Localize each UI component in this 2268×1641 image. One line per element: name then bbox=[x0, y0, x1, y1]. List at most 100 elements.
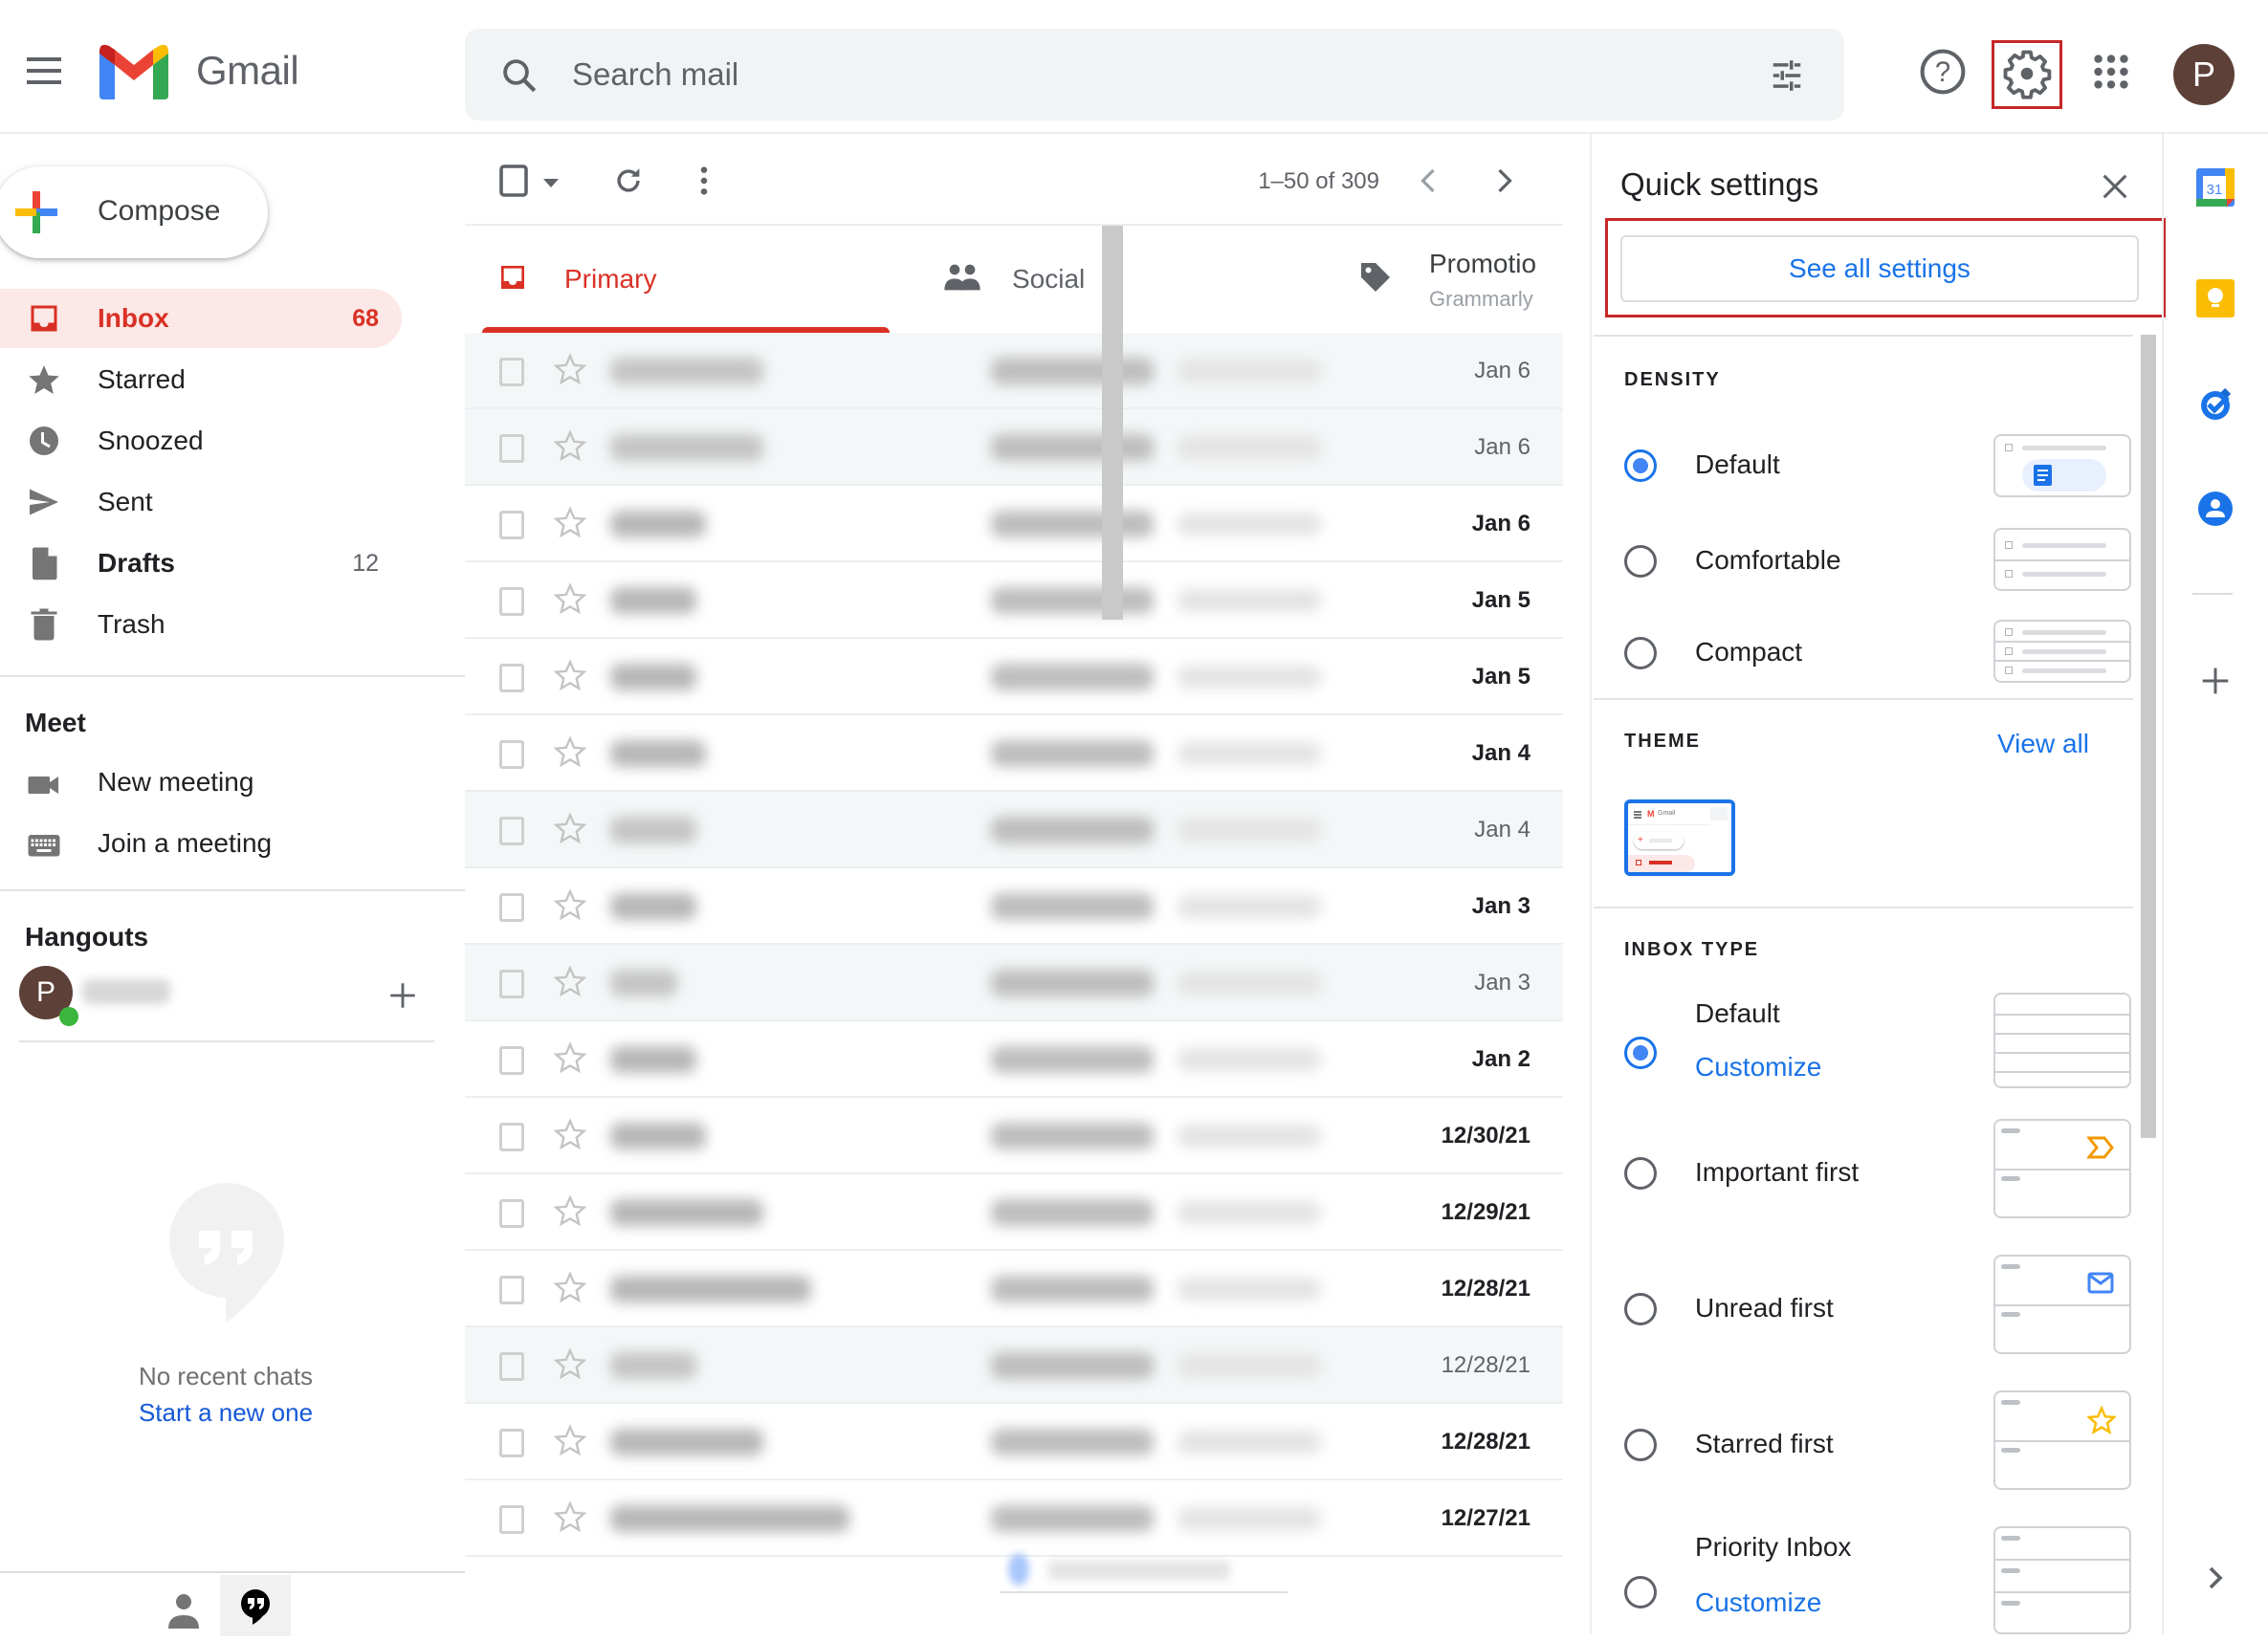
help-icon[interactable]: ? bbox=[1917, 46, 1969, 98]
calendar-icon[interactable]: 31 bbox=[2196, 168, 2235, 207]
previous-page-icon[interactable] bbox=[1418, 166, 1439, 200]
close-icon[interactable] bbox=[2099, 170, 2131, 203]
radio-unselected[interactable] bbox=[1624, 1157, 1657, 1190]
radio-unselected[interactable] bbox=[1624, 637, 1657, 669]
expand-panel-icon[interactable] bbox=[2196, 1559, 2235, 1597]
star-outline-icon[interactable] bbox=[553, 581, 587, 616]
radio-selected[interactable] bbox=[1624, 449, 1657, 482]
inbox-type-option-priority-inbox[interactable]: Priority Inbox Customize bbox=[1624, 1526, 2131, 1634]
email-row[interactable]: Jan 4 bbox=[465, 792, 1563, 868]
inbox-type-option-starred-first[interactable]: Starred first bbox=[1624, 1390, 2131, 1496]
star-outline-icon[interactable] bbox=[553, 352, 587, 386]
row-checkbox[interactable] bbox=[499, 434, 524, 463]
more-options-icon[interactable] bbox=[698, 164, 710, 202]
person-icon[interactable] bbox=[161, 1592, 207, 1630]
email-row[interactable]: Jan 6 bbox=[465, 409, 1563, 486]
select-all-checkbox[interactable] bbox=[499, 164, 530, 202]
star-outline-icon[interactable] bbox=[553, 505, 587, 539]
row-checkbox[interactable] bbox=[499, 1505, 524, 1534]
join-meeting-button[interactable]: Join a meeting bbox=[0, 817, 459, 874]
row-checkbox[interactable] bbox=[499, 1123, 524, 1151]
apps-grid-icon[interactable] bbox=[2089, 50, 2141, 101]
inbox-type-option-default[interactable]: Default Customize bbox=[1624, 993, 2131, 1107]
add-chat-icon[interactable] bbox=[386, 979, 419, 1012]
row-checkbox[interactable] bbox=[499, 740, 524, 769]
quick-settings-scrollbar[interactable] bbox=[2141, 335, 2156, 1138]
email-row[interactable]: Jan 3 bbox=[465, 945, 1563, 1021]
radio-unselected[interactable] bbox=[1624, 1576, 1657, 1608]
select-dropdown-icon[interactable] bbox=[543, 176, 559, 193]
customize-default-link[interactable]: Customize bbox=[1695, 1052, 1821, 1083]
star-outline-icon[interactable] bbox=[553, 428, 587, 463]
search-options-icon[interactable] bbox=[1768, 57, 1806, 94]
contacts-icon[interactable] bbox=[2196, 490, 2235, 528]
star-outline-icon[interactable] bbox=[553, 658, 587, 692]
row-checkbox[interactable] bbox=[499, 1046, 524, 1075]
star-outline-icon[interactable] bbox=[553, 1193, 587, 1228]
radio-unselected[interactable] bbox=[1624, 1293, 1657, 1325]
row-checkbox[interactable] bbox=[499, 970, 524, 998]
row-checkbox[interactable] bbox=[499, 358, 524, 386]
settings-icon[interactable] bbox=[2001, 48, 2053, 99]
density-option-comfortable[interactable]: Comfortable bbox=[1624, 528, 2131, 595]
see-all-settings-button[interactable]: See all settings bbox=[1620, 235, 2139, 302]
inbox-type-option-important-first[interactable]: Important first bbox=[1624, 1119, 2131, 1224]
view-all-themes-link[interactable]: View all bbox=[1997, 729, 2089, 759]
keep-icon[interactable] bbox=[2196, 279, 2235, 317]
row-checkbox[interactable] bbox=[499, 511, 524, 539]
star-outline-icon[interactable] bbox=[553, 1117, 587, 1151]
email-row[interactable]: Jan 5 bbox=[465, 639, 1563, 715]
next-page-icon[interactable] bbox=[1494, 166, 1515, 200]
row-checkbox[interactable] bbox=[499, 1199, 524, 1228]
row-checkbox[interactable] bbox=[499, 817, 524, 845]
hangouts-chat-icon[interactable] bbox=[220, 1575, 291, 1636]
density-option-default[interactable]: Default bbox=[1624, 434, 2131, 501]
add-addon-icon[interactable] bbox=[2196, 662, 2235, 700]
star-outline-icon[interactable] bbox=[553, 734, 587, 769]
new-meeting-button[interactable]: New meeting bbox=[0, 755, 459, 813]
email-row[interactable]: 12/27/21 bbox=[465, 1480, 1563, 1557]
tab-primary[interactable]: Primary bbox=[465, 226, 907, 333]
row-checkbox[interactable] bbox=[499, 664, 524, 692]
radio-selected[interactable] bbox=[1624, 1037, 1657, 1069]
email-row[interactable]: 12/28/21 bbox=[465, 1251, 1563, 1327]
row-checkbox[interactable] bbox=[499, 1276, 524, 1304]
email-row[interactable]: 12/28/21 bbox=[465, 1404, 1563, 1480]
row-checkbox[interactable] bbox=[499, 893, 524, 922]
compose-button[interactable]: Compose bbox=[0, 166, 268, 258]
row-checkbox[interactable] bbox=[499, 1429, 524, 1457]
radio-unselected[interactable] bbox=[1624, 1429, 1657, 1461]
nav-item-sent[interactable]: Sent bbox=[0, 472, 402, 532]
star-outline-icon[interactable] bbox=[553, 1346, 587, 1381]
search-icon[interactable] bbox=[499, 55, 539, 96]
star-outline-icon[interactable] bbox=[553, 964, 587, 998]
star-outline-icon[interactable] bbox=[553, 1499, 587, 1534]
list-scrollbar[interactable] bbox=[1102, 226, 1123, 620]
email-row[interactable]: 12/28/21 bbox=[465, 1327, 1563, 1404]
email-row[interactable]: Jan 6 bbox=[465, 333, 1563, 409]
tasks-icon[interactable] bbox=[2196, 384, 2235, 423]
email-row[interactable]: 12/29/21 bbox=[465, 1174, 1563, 1251]
nav-item-drafts[interactable]: Drafts 12 bbox=[0, 534, 402, 593]
density-option-compact[interactable]: Compact bbox=[1624, 620, 2131, 687]
refresh-icon[interactable] bbox=[612, 164, 645, 202]
start-new-chat-link[interactable]: Start a new one bbox=[0, 1398, 451, 1428]
tab-promotions[interactable]: Promotio Grammarly bbox=[1309, 226, 1563, 333]
nav-item-trash[interactable]: Trash bbox=[0, 595, 402, 654]
star-outline-icon[interactable] bbox=[553, 1423, 587, 1457]
row-checkbox[interactable] bbox=[499, 587, 524, 616]
radio-unselected[interactable] bbox=[1624, 545, 1657, 578]
email-row[interactable]: Jan 6 bbox=[465, 486, 1563, 562]
star-outline-icon[interactable] bbox=[553, 1270, 587, 1304]
attachment-chip-blurred[interactable] bbox=[1001, 1547, 1288, 1593]
star-outline-icon[interactable] bbox=[553, 811, 587, 845]
current-theme-thumbnail[interactable]: M Gmail + bbox=[1624, 799, 1735, 876]
nav-item-inbox[interactable]: Inbox 68 bbox=[0, 289, 402, 348]
email-row[interactable]: 12/30/21 bbox=[465, 1098, 1563, 1174]
nav-item-starred[interactable]: Starred bbox=[0, 350, 402, 409]
email-row[interactable]: Jan 5 bbox=[465, 562, 1563, 639]
customize-priority-link[interactable]: Customize bbox=[1695, 1587, 1821, 1618]
row-checkbox[interactable] bbox=[499, 1352, 524, 1381]
search-input[interactable] bbox=[572, 48, 1624, 101]
inbox-type-option-unread-first[interactable]: Unread first bbox=[1624, 1255, 2131, 1360]
